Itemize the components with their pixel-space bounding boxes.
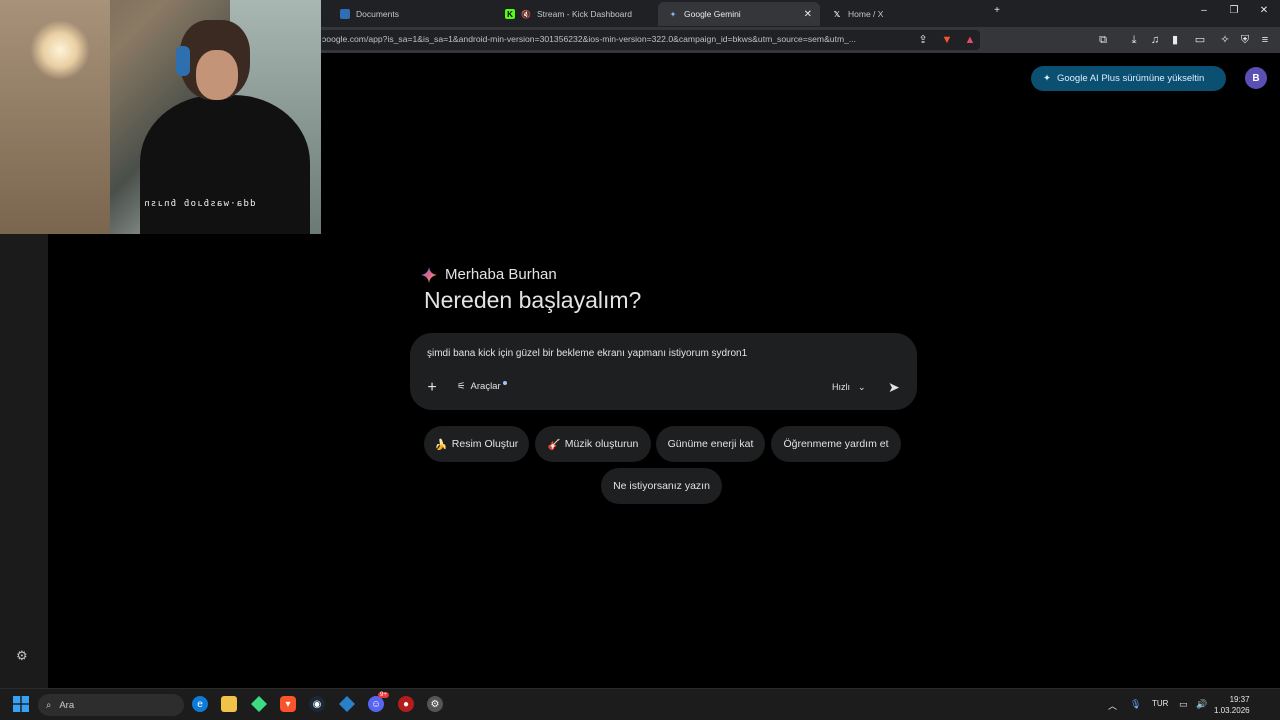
brave-rewards-icon[interactable]: ▲ bbox=[963, 33, 977, 47]
mode-label: Hızlı bbox=[832, 382, 850, 392]
chip-create-image[interactable]: 🍌 Resim Oluştur bbox=[424, 426, 529, 462]
guitar-icon: 🎸 bbox=[547, 438, 561, 451]
greeting-text: Merhaba Burhan bbox=[445, 266, 557, 283]
tools-button[interactable]: ⚟ Araçlar bbox=[457, 381, 507, 392]
tools-label: Araçlar bbox=[470, 381, 501, 392]
chip-label: Müzik oluşturun bbox=[564, 438, 639, 450]
clock-time: 19:37 bbox=[1229, 695, 1250, 704]
microphone-icon[interactable]: 🎙 bbox=[1130, 699, 1141, 710]
share-icon[interactable]: ⇪ bbox=[916, 33, 930, 47]
brave-browser-icon[interactable]: ▾ bbox=[280, 696, 296, 712]
menu-icon[interactable]: ≡ bbox=[1258, 33, 1272, 47]
tab-google-gemini[interactable]: ✦ Google Gemini ✕ bbox=[658, 2, 820, 26]
windows-taskbar: ⌕ Ara e ▾ ◉ ☺ 9+ ● ⚙ ︿ 🎙 TUR ▭ 🔊 19:37 1… bbox=[0, 688, 1280, 720]
recording-app-icon[interactable]: ● bbox=[398, 696, 414, 712]
discord-icon[interactable]: ☺ bbox=[368, 696, 384, 712]
tray-overflow-icon[interactable]: ︿ bbox=[1108, 699, 1117, 712]
avatar[interactable]: B bbox=[1245, 67, 1267, 89]
tab-documents[interactable]: Documents bbox=[330, 2, 490, 26]
volume-icon[interactable]: 🔊 bbox=[1196, 699, 1207, 710]
chip-label: Günüme enerji kat bbox=[667, 438, 754, 450]
sidebar-toggle-icon[interactable]: ▮ bbox=[1168, 33, 1182, 47]
webcam-face bbox=[196, 50, 238, 100]
taskbar-clock[interactable]: 19:37 1.03.2026 bbox=[1214, 694, 1250, 716]
new-tab-button[interactable]: + bbox=[987, 5, 1007, 16]
chip-label: Öğrenmeme yardım et bbox=[783, 438, 889, 450]
greeting: Merhaba Burhan bbox=[421, 266, 557, 283]
wallet-icon[interactable]: ▭ bbox=[1193, 33, 1207, 47]
prompt-composer[interactable]: şimdi bana kick için güzel bir bekleme e… bbox=[410, 333, 917, 410]
media-icon[interactable]: ♫ bbox=[1148, 33, 1162, 47]
tab-home-x[interactable]: 𝕏 Home / X bbox=[822, 2, 982, 26]
webcam-overlay: dda·wasɓɹoɓ ɓnɹsn bbox=[0, 0, 321, 234]
webcam-caption: dda·wasɓɹoɓ ɓnɹsn bbox=[143, 199, 256, 209]
documents-favicon-icon bbox=[340, 9, 350, 19]
tab-label: Stream - Kick Dashboard bbox=[537, 9, 632, 19]
chip-help-learn[interactable]: Öğrenmeme yardım et bbox=[771, 426, 901, 462]
chip-energize-day[interactable]: Günüme enerji kat bbox=[656, 426, 765, 462]
vpn-icon[interactable]: ⛨ bbox=[1238, 33, 1252, 47]
close-tab-icon[interactable]: ✕ bbox=[804, 9, 812, 20]
taskbar-search[interactable]: ⌕ Ara bbox=[38, 694, 184, 716]
model-mode-selector[interactable]: Hızlı ⌄ bbox=[832, 382, 866, 393]
chip-label: Ne istiyorsanız yazın bbox=[613, 480, 710, 492]
app-icon[interactable] bbox=[251, 696, 267, 712]
address-bar[interactable]: ɔoogle.com/app?is_sa=1&is_sa=1&android-m… bbox=[318, 30, 980, 50]
close-window-button[interactable]: ✕ bbox=[1254, 5, 1274, 16]
mute-icon[interactable]: 🔇 bbox=[521, 9, 531, 19]
settings-gear-icon[interactable]: ⚙ bbox=[16, 648, 28, 664]
tab-label: Home / X bbox=[848, 9, 884, 19]
new-indicator-dot bbox=[502, 381, 507, 385]
kick-favicon-icon: K bbox=[505, 9, 515, 19]
webcam-lamp bbox=[30, 20, 90, 80]
chevron-down-icon: ⌄ bbox=[858, 382, 866, 392]
headset-icon bbox=[176, 46, 190, 76]
tab-kick-dashboard[interactable]: K 🔇 Stream - Kick Dashboard bbox=[495, 2, 655, 26]
webcam-hoodie bbox=[140, 95, 310, 234]
tab-label: Documents bbox=[356, 9, 399, 19]
file-explorer-icon[interactable] bbox=[221, 696, 237, 712]
tab-label: Google Gemini bbox=[684, 9, 741, 19]
edge-icon[interactable]: e bbox=[192, 696, 208, 712]
chip-label: Resim Oluştur bbox=[451, 438, 519, 450]
search-icon: ⌕ bbox=[46, 699, 52, 711]
search-placeholder: Ara bbox=[59, 699, 75, 711]
windows-start-icon[interactable] bbox=[13, 696, 29, 712]
minimize-button[interactable]: – bbox=[1194, 5, 1214, 16]
leo-ai-icon[interactable]: ✧ bbox=[1218, 33, 1232, 47]
upgrade-label: Google AI Plus sürümüne yükseltin bbox=[1056, 73, 1205, 84]
prompt-input[interactable]: şimdi bana kick için güzel bir bekleme e… bbox=[427, 348, 747, 359]
x-favicon-icon: 𝕏 bbox=[833, 9, 841, 19]
screenshot-icon[interactable]: ⧉ bbox=[1096, 33, 1110, 47]
restore-button[interactable]: ❐ bbox=[1224, 5, 1244, 16]
page-title: Nereden başlayalım? bbox=[424, 287, 642, 313]
network-icon[interactable]: ▭ bbox=[1179, 699, 1188, 710]
gemini-spark-icon bbox=[421, 266, 437, 283]
discord-badge: 9+ bbox=[378, 692, 389, 698]
url-text[interactable]: ɔoogle.com/app?is_sa=1&is_sa=1&android-m… bbox=[322, 34, 856, 44]
steam-icon[interactable]: ◉ bbox=[309, 696, 325, 712]
clock-date: 1.03.2026 bbox=[1214, 706, 1250, 715]
sparkle-icon: ✦ bbox=[1043, 73, 1051, 84]
chip-create-music[interactable]: 🎸 Müzik oluşturun bbox=[535, 426, 651, 462]
upgrade-button[interactable]: ✦ Google AI Plus sürümüne yükseltin bbox=[1031, 66, 1226, 91]
download-icon[interactable]: ⤓ bbox=[1127, 33, 1141, 47]
send-button[interactable]: ➤ bbox=[888, 379, 900, 396]
brave-shields-icon[interactable]: ▼ bbox=[940, 33, 954, 47]
chip-write-anything[interactable]: Ne istiyorsanız yazın bbox=[601, 468, 722, 504]
app-diamond-icon[interactable] bbox=[339, 696, 355, 712]
banana-icon: 🍌 bbox=[434, 438, 448, 451]
gemini-favicon-icon: ✦ bbox=[669, 9, 677, 19]
language-indicator[interactable]: TUR bbox=[1152, 699, 1168, 708]
tune-icon: ⚟ bbox=[457, 381, 466, 392]
add-attachment-button[interactable]: + bbox=[425, 379, 439, 397]
settings-app-icon[interactable]: ⚙ bbox=[427, 696, 443, 712]
